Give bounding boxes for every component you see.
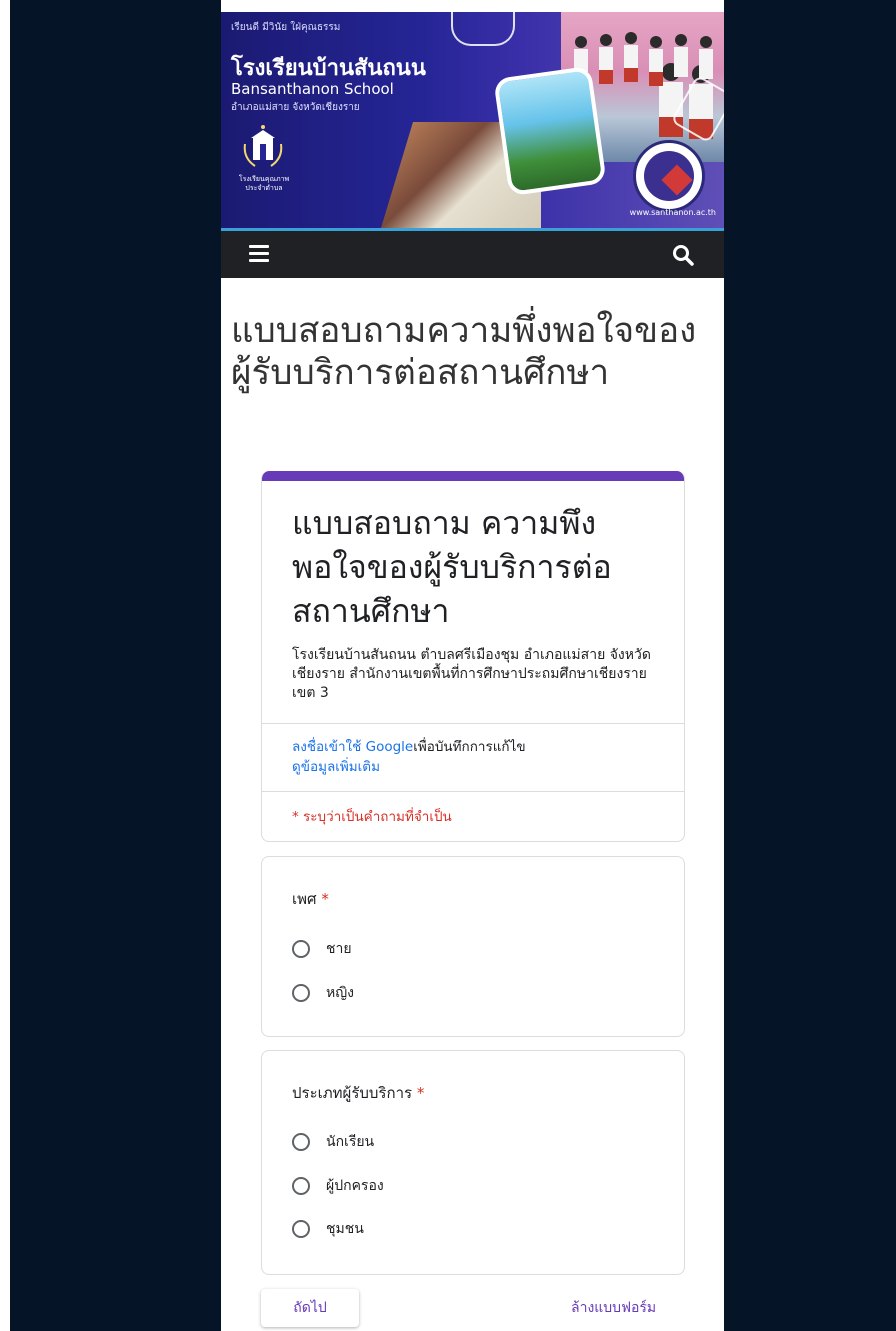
quality-school-label: โรงเรียนคุณภาพ ประจำตำบล — [238, 175, 290, 192]
radio-button[interactable] — [292, 1220, 310, 1238]
school-emblem-icon — [633, 140, 705, 212]
banner-website: www.santhanon.ac.th — [629, 208, 716, 217]
required-star: * — [416, 1084, 425, 1102]
option-label: ผู้ปกครอง — [326, 1178, 384, 1194]
top-navbar — [221, 228, 724, 278]
radio-option-community[interactable]: ชุมชน — [292, 1217, 364, 1241]
form-description: โรงเรียนบ้านสันถนน ตำบลศรีเมืองชุม อำเภอ… — [292, 647, 651, 701]
radio-button[interactable] — [292, 1133, 310, 1151]
question-card-gender: เพศ * ชาย หญิง — [261, 856, 685, 1037]
hexagon-decoration — [451, 12, 515, 46]
next-button[interactable]: ถัดไป — [261, 1289, 359, 1327]
mobile-page: เรียนดี มีวินัย ใฝ่คุณธรรม โรงเรียนบ้านส… — [221, 0, 724, 1331]
form-accent-bar — [262, 471, 684, 481]
form-title: แบบสอบถาม ความพึงพอใจของผู้รับบริการต่อส… — [292, 504, 612, 630]
option-label: นักเรียน — [326, 1134, 375, 1150]
google-signin-link[interactable]: ลงชื่อเข้าใช้ Google — [292, 739, 413, 755]
question-card-service-type: ประเภทผู้รับบริการ * นักเรียน ผู้ปกครอง … — [261, 1050, 685, 1275]
signin-text: เพื่อบันทึกการแก้ไข — [413, 739, 526, 755]
quality-school-crest-icon — [243, 125, 283, 167]
radio-option-female[interactable]: หญิง — [292, 981, 354, 1005]
banner-school-name-en: Bansanthanon School — [231, 80, 394, 98]
banner-location: อำเภอแม่สาย จังหวัดเชียงราย — [231, 102, 360, 113]
search-icon[interactable] — [672, 244, 694, 266]
more-info-link[interactable]: ดูข้อมูลเพิ่มเติม — [292, 759, 380, 775]
right-background — [724, 0, 896, 1331]
hamburger-menu-icon[interactable] — [249, 245, 269, 263]
clear-form-link[interactable]: ล้างแบบฟอร์ม — [571, 1297, 656, 1319]
radio-option-student[interactable]: นักเรียน — [292, 1130, 374, 1154]
left-background — [0, 0, 221, 1331]
banner-photo-school-sign — [493, 65, 607, 197]
required-note: * ระบุว่าเป็นคำถามที่จำเป็น — [292, 809, 452, 825]
option-label: หญิง — [326, 985, 354, 1001]
radio-option-parent[interactable]: ผู้ปกครอง — [292, 1174, 384, 1198]
option-label: ชาย — [326, 941, 352, 957]
question-title: เพศ * — [292, 890, 329, 908]
divider — [262, 791, 684, 792]
divider — [262, 723, 684, 724]
radio-button[interactable] — [292, 940, 310, 958]
page-title: แบบสอบถามความพึ่งพอใจของผู้รับบริการต่อส… — [231, 311, 697, 393]
left-edge-strip — [0, 0, 10, 1331]
radio-option-male[interactable]: ชาย — [292, 937, 352, 961]
signin-notice: ลงชื่อเข้าใช้ Googleเพื่อบันทึกการแก้ไข … — [292, 737, 662, 777]
option-label: ชุมชน — [326, 1221, 364, 1237]
school-banner: เรียนดี มีวินัย ใฝ่คุณธรรม โรงเรียนบ้านส… — [221, 12, 724, 228]
radio-button[interactable] — [292, 984, 310, 1002]
required-star: * — [321, 890, 329, 908]
form-header-card: แบบสอบถาม ความพึงพอใจของผู้รับบริการต่อส… — [261, 471, 685, 842]
banner-slogan: เรียนดี มีวินัย ใฝ่คุณธรรม — [231, 22, 341, 33]
question-title: ประเภทผู้รับบริการ * — [292, 1084, 425, 1102]
radio-button[interactable] — [292, 1177, 310, 1195]
